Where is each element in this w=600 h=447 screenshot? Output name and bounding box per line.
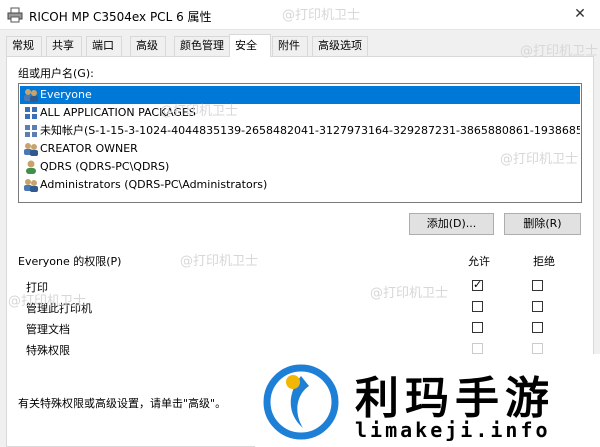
allow-checkbox[interactable]: ✓ bbox=[472, 278, 483, 291]
list-item-administrators[interactable]: Administrators (QDRS-PC\Administrators) bbox=[20, 176, 580, 194]
printer-icon bbox=[7, 7, 23, 23]
close-button[interactable]: ✕ bbox=[560, 0, 600, 29]
list-item-qdrs[interactable]: QDRS (QDRS-PC\QDRS) bbox=[20, 158, 580, 176]
title-bar: RICOH MP C3504ex PCL 6 属性 ✕ bbox=[0, 0, 600, 30]
brand-logo-icon bbox=[263, 364, 339, 440]
tab-sharing[interactable]: 共享 bbox=[46, 36, 82, 56]
unknown-account-icon bbox=[25, 125, 37, 137]
list-item-all-application-packages[interactable]: ALL APPLICATION PACKAGES bbox=[20, 104, 580, 122]
tab-advanced-options[interactable]: 高级选项 bbox=[312, 36, 368, 56]
user-icon bbox=[26, 160, 36, 174]
permission-name: 管理此打印机 bbox=[26, 302, 92, 315]
user-name: QDRS (QDRS-PC\QDRS) bbox=[40, 160, 170, 173]
permissions-header: Everyone 的权限(P) 允许 拒绝 bbox=[18, 253, 582, 269]
allow-checkbox[interactable] bbox=[472, 301, 483, 312]
list-item-everyone[interactable]: Everyone bbox=[20, 86, 580, 104]
tab-color-management[interactable]: 颜色管理 bbox=[174, 36, 230, 56]
list-item-unknown-account[interactable]: 未知帐户(S-1-15-3-1024-4044835139-2658482041… bbox=[20, 122, 580, 140]
deny-checkbox[interactable] bbox=[532, 280, 543, 291]
close-icon: ✕ bbox=[574, 6, 586, 22]
permission-name: 打印 bbox=[26, 281, 48, 294]
permissions-label: Everyone 的权限(P) bbox=[18, 255, 122, 268]
tab-advanced[interactable]: 高级 bbox=[130, 36, 166, 56]
deny-checkbox[interactable] bbox=[532, 322, 543, 333]
permission-name: 特殊权限 bbox=[26, 344, 70, 357]
brand-site: limakeji.info bbox=[355, 418, 551, 442]
users-group-icon bbox=[24, 179, 38, 192]
users-group-icon bbox=[24, 89, 38, 102]
tab-ports[interactable]: 端口 bbox=[86, 36, 122, 56]
promo-overlay: 利玛手游 limakeji.info bbox=[255, 354, 600, 447]
tab-accessories[interactable]: 附件 bbox=[272, 36, 308, 56]
permission-row-manage-documents: 管理文档 bbox=[18, 318, 582, 338]
deny-column-header: 拒绝 bbox=[533, 255, 555, 268]
app-packages-icon bbox=[25, 107, 37, 119]
user-name: 未知帐户(S-1-15-3-1024-4044835139-2658482041… bbox=[40, 124, 580, 137]
allow-checkbox bbox=[472, 343, 483, 354]
tab-security[interactable]: 安全 bbox=[229, 34, 271, 57]
user-name: ALL APPLICATION PACKAGES bbox=[40, 106, 196, 119]
advanced-hint: 有关特殊权限或高级设置，请单击"高级"。 bbox=[18, 397, 227, 410]
list-item-creator-owner[interactable]: CREATOR OWNER bbox=[20, 140, 580, 158]
remove-button[interactable]: 删除(R) bbox=[504, 213, 581, 235]
add-button[interactable]: 添加(D)... bbox=[409, 213, 494, 235]
deny-checkbox[interactable] bbox=[532, 301, 543, 312]
tab-strip: 常规 共享 端口 高级 颜色管理 安全 附件 高级选项 bbox=[6, 34, 594, 57]
user-name: CREATOR OWNER bbox=[40, 142, 138, 155]
user-list[interactable]: Everyone ALL APPLICATION PACKAGES 未知帐户(S… bbox=[18, 83, 582, 203]
users-group-icon bbox=[24, 143, 38, 156]
brand-name: 利玛手游 bbox=[355, 373, 555, 424]
permission-name: 管理文档 bbox=[26, 323, 70, 336]
permission-row-print: 打印 ✓ bbox=[18, 276, 582, 296]
user-name: Everyone bbox=[40, 88, 92, 101]
allow-column-header: 允许 bbox=[468, 255, 490, 268]
group-or-user-label: 组或用户名(G): bbox=[18, 67, 94, 80]
window-title: RICOH MP C3504ex PCL 6 属性 bbox=[29, 10, 212, 24]
permission-row-manage-printer: 管理此打印机 bbox=[18, 297, 582, 317]
deny-checkbox bbox=[532, 343, 543, 354]
user-name: Administrators (QDRS-PC\Administrators) bbox=[40, 178, 268, 191]
allow-checkbox[interactable] bbox=[472, 322, 483, 333]
checkmark-icon: ✓ bbox=[473, 278, 483, 291]
tab-general[interactable]: 常规 bbox=[6, 36, 42, 56]
